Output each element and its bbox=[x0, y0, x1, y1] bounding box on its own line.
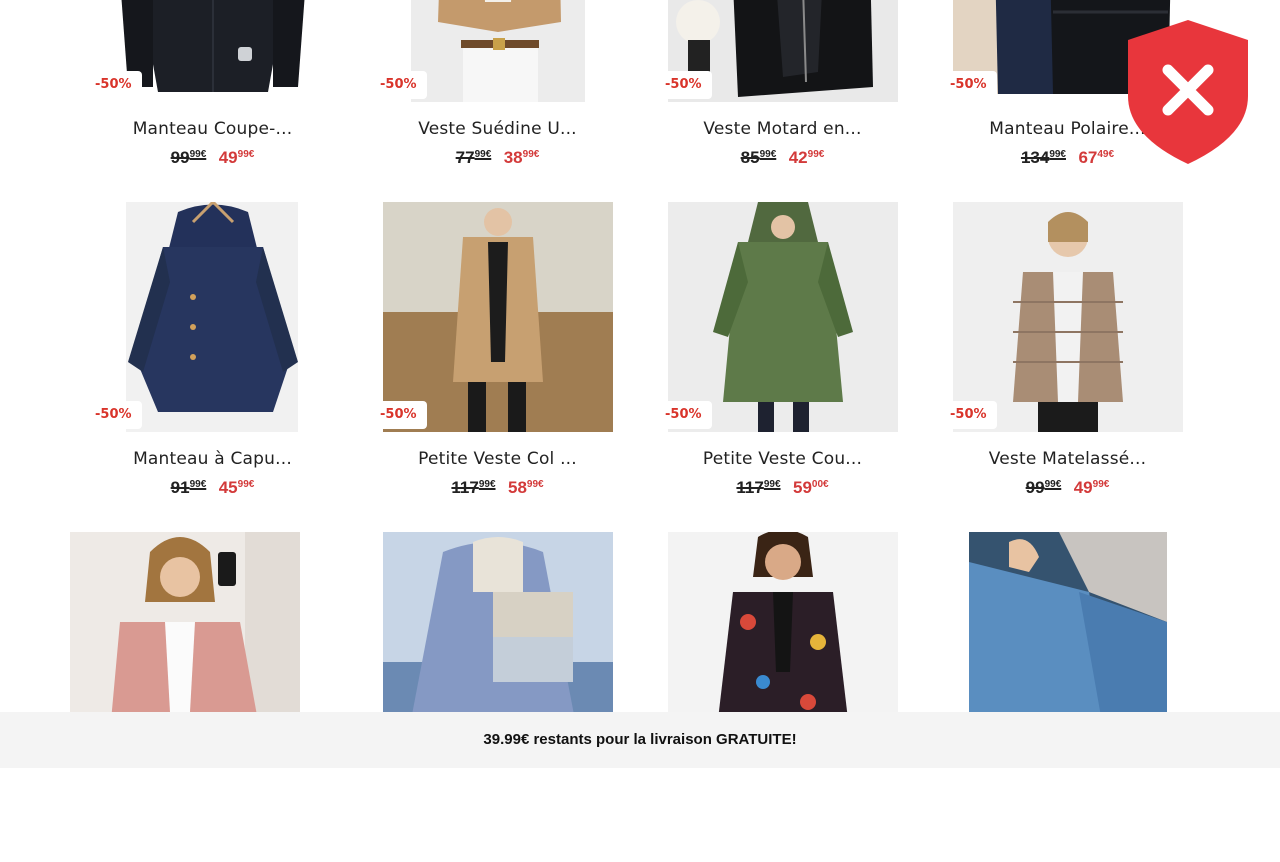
product-card[interactable]: -50% Veste Suédine U... 7799€ 3899€ bbox=[355, 0, 640, 202]
original-price: 11799€ bbox=[736, 478, 781, 497]
original-price: 9999€ bbox=[1025, 478, 1062, 497]
price-row: 9199€ 4599€ bbox=[70, 478, 355, 498]
discount-badge: -50% bbox=[940, 401, 997, 429]
product-card[interactable]: -50% Petite Veste Cou... 11799€ 5900€ bbox=[640, 202, 925, 532]
price-row: 9999€ 4999€ bbox=[925, 478, 1210, 498]
sale-price: 4999€ bbox=[1073, 478, 1110, 497]
discount-badge: -50% bbox=[85, 401, 142, 429]
product-title[interactable]: Petite Veste Col ... bbox=[355, 449, 640, 469]
product-title[interactable]: Veste Suédine U... bbox=[355, 119, 640, 139]
product-card[interactable] bbox=[925, 532, 1210, 862]
price-row: 8599€ 4299€ bbox=[640, 148, 925, 168]
product-image[interactable] bbox=[98, 202, 328, 432]
sale-price: 6749€ bbox=[1078, 148, 1115, 167]
price-row: 9999€ 4999€ bbox=[70, 148, 355, 168]
price-row: 11799€ 5900€ bbox=[640, 478, 925, 498]
product-card[interactable] bbox=[640, 532, 925, 862]
discount-badge: -50% bbox=[655, 71, 712, 99]
discount-badge: -50% bbox=[370, 71, 427, 99]
product-card[interactable]: -50% Manteau Coupe-... 9999€ 4999€ bbox=[70, 0, 355, 202]
original-price: 9999€ bbox=[170, 148, 207, 167]
free-shipping-bar: 39.99€ restants pour la livraison GRATUI… bbox=[0, 712, 1280, 768]
original-price: 9199€ bbox=[170, 478, 207, 497]
product-card[interactable]: -50% Petite Veste Col ... 11799€ 5899€ bbox=[355, 202, 640, 532]
free-shipping-text: 39.99€ restants pour la livraison GRATUI… bbox=[483, 731, 797, 748]
product-card[interactable] bbox=[70, 532, 355, 862]
shield-x-icon[interactable] bbox=[1124, 18, 1252, 166]
sale-price: 4599€ bbox=[218, 478, 255, 497]
original-price: 7799€ bbox=[455, 148, 492, 167]
price-row: 7799€ 3899€ bbox=[355, 148, 640, 168]
product-title[interactable]: Manteau à Capu... bbox=[70, 449, 355, 469]
product-card[interactable]: -50% Veste Motard en... 8599€ 4299€ bbox=[640, 0, 925, 202]
product-card[interactable]: -50% Manteau à Capu... 9199€ 4599€ bbox=[70, 202, 355, 532]
discount-badge: -50% bbox=[655, 401, 712, 429]
product-image[interactable] bbox=[668, 202, 898, 432]
discount-badge: -50% bbox=[370, 401, 427, 429]
original-price: 8599€ bbox=[740, 148, 777, 167]
product-card[interactable] bbox=[355, 532, 640, 862]
sale-price: 5900€ bbox=[792, 478, 829, 497]
product-title[interactable]: Veste Motard en... bbox=[640, 119, 925, 139]
product-card[interactable]: -50% Veste Matelassé... 9999€ 4999€ bbox=[925, 202, 1210, 532]
product-image[interactable] bbox=[383, 202, 613, 432]
product-title[interactable]: Petite Veste Cou... bbox=[640, 449, 925, 469]
sale-price: 4299€ bbox=[788, 148, 825, 167]
discount-badge: -50% bbox=[85, 71, 142, 99]
product-image[interactable] bbox=[953, 202, 1183, 432]
sale-price: 3899€ bbox=[503, 148, 540, 167]
price-row: 11799€ 5899€ bbox=[355, 478, 640, 498]
discount-badge: -50% bbox=[940, 71, 997, 99]
original-price: 11799€ bbox=[451, 478, 496, 497]
original-price: 13499€ bbox=[1020, 148, 1066, 167]
product-title[interactable]: Manteau Coupe-... bbox=[70, 119, 355, 139]
sale-price: 5899€ bbox=[507, 478, 544, 497]
product-title[interactable]: Veste Matelassé... bbox=[925, 449, 1210, 469]
sale-price: 4999€ bbox=[218, 148, 255, 167]
